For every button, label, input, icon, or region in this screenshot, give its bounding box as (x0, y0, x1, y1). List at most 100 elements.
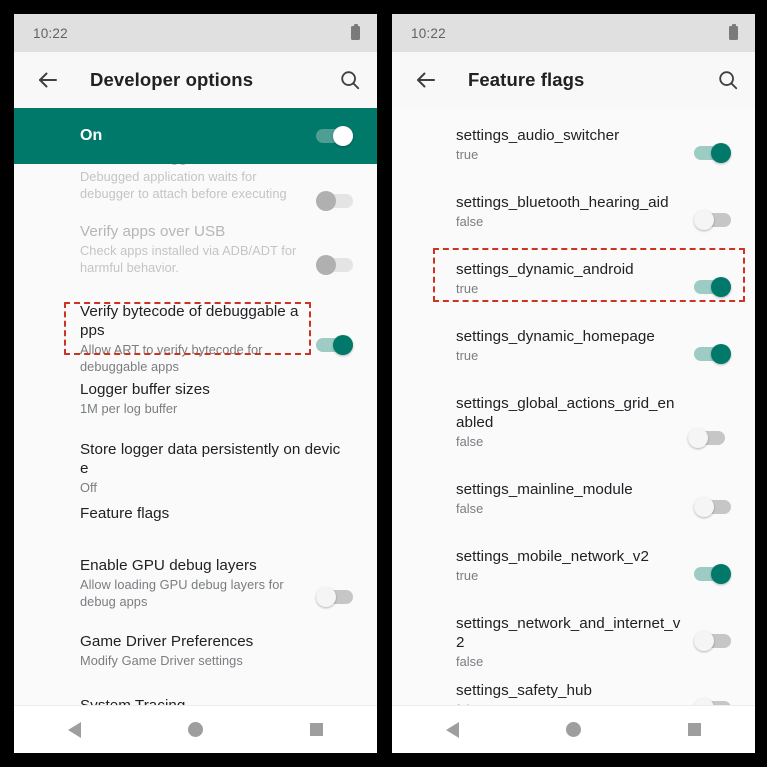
nav-recents-icon[interactable] (289, 710, 345, 750)
list-item-toggle[interactable] (694, 496, 731, 517)
list-item-title: Feature flags (80, 505, 170, 522)
nav-home-icon[interactable] (546, 710, 602, 750)
list-item-switch-wrap[interactable] (316, 302, 353, 378)
switch-thumb (711, 563, 731, 584)
list-item[interactable]: Enable GPU debug layers Allow loading GP… (14, 542, 377, 618)
list-item-toggle[interactable] (316, 335, 353, 355)
list-item-texts: Logger buffer sizes 1M per log buffer (80, 380, 353, 418)
list-item-title: settings_bluetooth_hearing_aid (456, 194, 669, 211)
status-bar-time: 10:22 (33, 25, 68, 41)
list-item-switch-wrap[interactable] (316, 222, 353, 298)
list-item-title: settings_global_actions_grid_enabled (456, 395, 675, 431)
nav-back-icon[interactable] (47, 710, 103, 750)
list-item-title: settings_mobile_network_v2 (456, 548, 649, 565)
list-item-title: Enable GPU debug layers (80, 557, 257, 574)
list-item-texts: Verify bytecode of debuggable apps Allow… (80, 302, 316, 375)
status-bar-time: 10:22 (411, 25, 446, 41)
list-item-toggle[interactable] (316, 191, 353, 211)
master-switch-toggle[interactable] (316, 126, 353, 146)
list-item-switch-wrap[interactable] (694, 193, 731, 244)
list-item-title: Logger buffer sizes (80, 381, 210, 398)
list-item-switch-wrap[interactable] (694, 126, 731, 177)
list-item-texts: Wait for debugger Debugged application w… (80, 164, 316, 202)
switch-thumb (316, 255, 336, 275)
list-item[interactable]: Logger buffer sizes 1M per log buffer (14, 368, 377, 430)
list-item-texts: settings_dynamic_homepage true (456, 327, 694, 365)
list-item-summary: true (456, 147, 479, 162)
list-item[interactable]: Verify bytecode of debuggable apps Allow… (14, 288, 377, 374)
list-item-toggle[interactable] (694, 276, 731, 297)
switch-thumb (688, 428, 708, 448)
list-item-summary: Check apps installed via ADB/ADT for har… (80, 243, 297, 275)
list-item-summary: true (456, 568, 479, 583)
list-item-toggle[interactable] (694, 343, 731, 364)
list-item-summary: false (456, 214, 484, 229)
list-item-title: Store logger data persistently on device (80, 441, 341, 477)
list-item-texts: Verify apps over USB Check apps installe… (80, 222, 316, 276)
arrow-back-icon[interactable] (36, 68, 60, 92)
list-item-title: settings_mainline_module (456, 481, 633, 498)
battery-icon (351, 23, 360, 40)
list-item-toggle[interactable] (694, 209, 731, 230)
nav-home-icon[interactable] (168, 710, 224, 750)
list-item-summary: Debugged application waits for debugger … (80, 169, 287, 201)
left-phone-screen: 10:22 Developer options On Debugged appl… (14, 14, 377, 753)
list-item-texts: settings_audio_switcher true (456, 126, 694, 164)
list-item-toggle[interactable] (316, 255, 353, 275)
switch-thumb (711, 142, 731, 163)
list-item[interactable]: Store logger data persistently on device… (14, 430, 377, 495)
list-item-toggle[interactable] (316, 587, 353, 607)
arrow-back-icon[interactable] (414, 68, 438, 92)
list-item[interactable]: Game Driver Preferences Modify Game Driv… (14, 618, 377, 680)
list-item-switch-wrap[interactable] (688, 394, 725, 472)
list-item[interactable]: settings_dynamic_homepage true (392, 309, 755, 376)
list-item-title: Wait for debugger (80, 164, 306, 167)
list-item[interactable]: settings_network_and_internet_v2 false (392, 596, 755, 669)
list-item-feature-flags[interactable]: Feature flags (14, 488, 377, 542)
list-item-switch-wrap[interactable] (694, 327, 731, 378)
list-item-toggle[interactable] (694, 142, 731, 163)
status-bar-icons (351, 23, 360, 40)
search-icon[interactable] (717, 69, 739, 91)
developer-options-master-switch-row[interactable]: On (14, 108, 377, 164)
switch-thumb (333, 335, 353, 355)
list-item-toggle[interactable] (694, 563, 731, 584)
list-item-texts: settings_mainline_module false (456, 480, 694, 518)
search-icon[interactable] (339, 69, 361, 91)
list-item-switch-wrap[interactable] (694, 480, 731, 531)
list-item[interactable]: Wait for debugger Debugged application w… (14, 164, 377, 211)
list-item-title: settings_audio_switcher (456, 127, 620, 144)
nav-recents-icon[interactable] (667, 710, 723, 750)
list-item-switch-wrap[interactable] (694, 260, 731, 311)
list-item-summary: Allow loading GPU debug layers for debug… (80, 577, 284, 609)
system-navigation-bar (392, 705, 755, 753)
switch-thumb (711, 343, 731, 364)
list-item-toggle[interactable] (694, 630, 731, 651)
list-item-switch-wrap[interactable] (694, 614, 731, 665)
list-item-toggle[interactable] (688, 428, 725, 448)
list-item[interactable]: settings_audio_switcher true (392, 108, 755, 175)
list-item-settings-dynamic-android[interactable]: settings_dynamic_android true (392, 242, 755, 309)
app-bar: Developer options (14, 52, 377, 108)
switch-thumb (694, 496, 714, 517)
list-item-summary: false (456, 501, 484, 516)
switch-thumb (316, 587, 336, 607)
list-item-switch-wrap[interactable] (694, 547, 731, 598)
list-item[interactable]: settings_mobile_network_v2 true (392, 529, 755, 596)
list-item[interactable]: Verify apps over USB Check apps installe… (14, 210, 377, 288)
list-item-texts: settings_global_actions_grid_enabled fal… (456, 394, 688, 451)
list-item-title: Verify apps over USB (80, 223, 226, 240)
list-item-title: Verify bytecode of debuggable apps (80, 303, 299, 339)
list-item[interactable]: settings_global_actions_grid_enabled fal… (392, 376, 755, 462)
switch-thumb (694, 209, 714, 230)
list-item-title: Game Driver Preferences (80, 633, 254, 650)
nav-back-icon[interactable] (425, 710, 481, 750)
page-title: Developer options (90, 69, 254, 90)
list-item-summary: true (456, 281, 479, 296)
screenshot-stage: 10:22 Developer options On Debugged appl… (0, 0, 767, 767)
list-item[interactable]: settings_bluetooth_hearing_aid false (392, 175, 755, 242)
list-item[interactable]: settings_mainline_module false (392, 462, 755, 529)
list-item-texts: Game Driver Preferences Modify Game Driv… (80, 632, 353, 670)
switch-thumb (316, 191, 336, 211)
feature-flags-list: settings_audio_switcher true settings_bl… (392, 108, 755, 730)
